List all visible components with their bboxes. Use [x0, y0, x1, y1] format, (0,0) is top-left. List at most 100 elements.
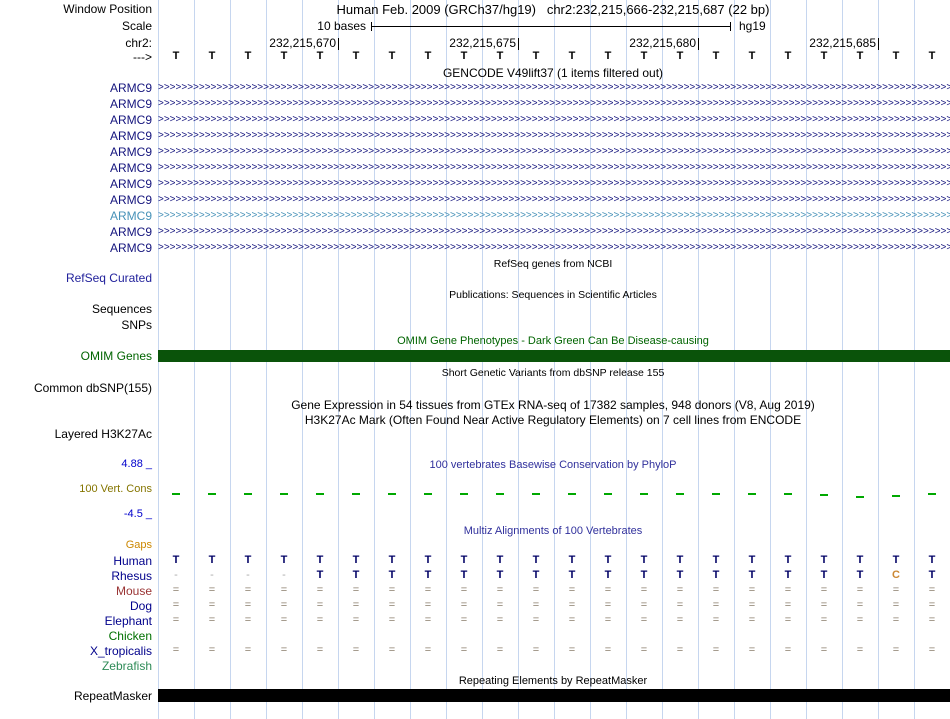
transcript-line[interactable]: >>>>>>>>>>>>>>>>>>>>>>>>>>>>>>>>>>>>>>>>…: [158, 82, 950, 94]
gaps-label: Gaps: [125, 539, 152, 551]
transcript-line[interactable]: >>>>>>>>>>>>>>>>>>>>>>>>>>>>>>>>>>>>>>>>…: [158, 98, 950, 110]
align-char: =: [928, 584, 936, 596]
species-label[interactable]: Dog: [0, 599, 152, 613]
align-char: =: [388, 614, 396, 626]
scale-label: Scale: [121, 19, 152, 33]
transcript-line[interactable]: >>>>>>>>>>>>>>>>>>>>>>>>>>>>>>>>>>>>>>>>…: [158, 210, 950, 222]
gene-label[interactable]: ARMC9: [0, 145, 152, 159]
base-letter: T: [388, 50, 396, 62]
align-char: =: [928, 644, 936, 656]
base-letter: T: [640, 50, 648, 62]
align-char: =: [280, 644, 288, 656]
transcript-line[interactable]: >>>>>>>>>>>>>>>>>>>>>>>>>>>>>>>>>>>>>>>>…: [158, 178, 950, 190]
align-char: T: [892, 554, 900, 566]
gene-label[interactable]: ARMC9: [0, 225, 152, 239]
align-char: =: [532, 584, 540, 596]
multiz-track-title: Multiz Alignments of 100 Vertebrates: [463, 525, 643, 537]
species-label[interactable]: Rhesus: [0, 569, 152, 583]
phylop-tick: [460, 493, 468, 495]
align-char: =: [496, 599, 504, 611]
ruler-number: 232,215,670: [269, 36, 336, 50]
transcript-line[interactable]: >>>>>>>>>>>>>>>>>>>>>>>>>>>>>>>>>>>>>>>>…: [158, 242, 950, 254]
snps-label[interactable]: SNPs: [0, 318, 152, 332]
align-char: =: [424, 644, 432, 656]
phylop-tick: [892, 495, 900, 497]
gene-label[interactable]: ARMC9: [0, 193, 152, 207]
align-char: C: [892, 569, 900, 581]
align-char: =: [604, 644, 612, 656]
gene-label[interactable]: ARMC9: [0, 177, 152, 191]
transcript-line[interactable]: >>>>>>>>>>>>>>>>>>>>>>>>>>>>>>>>>>>>>>>>…: [158, 226, 950, 238]
align-char: =: [748, 599, 756, 611]
align-char: =: [532, 614, 540, 626]
align-char: T: [784, 554, 792, 566]
species-label[interactable]: Chicken: [0, 629, 152, 643]
genome-browser: Window Position Human Feb. 2009 (GRCh37/…: [0, 0, 950, 719]
scale-bar: [371, 22, 731, 31]
repeat-element-bar[interactable]: [158, 689, 950, 702]
ruler-tick: [338, 38, 339, 50]
align-char: =: [640, 644, 648, 656]
align-char: =: [208, 614, 216, 626]
gene-label[interactable]: ARMC9: [0, 113, 152, 127]
base-letter: T: [784, 50, 792, 62]
repeatmasker-label[interactable]: RepeatMasker: [0, 689, 152, 703]
align-char: =: [676, 599, 684, 611]
align-char: T: [640, 554, 648, 566]
gene-label[interactable]: ARMC9: [0, 161, 152, 175]
phylop-tick: [208, 493, 216, 495]
align-char: =: [856, 644, 864, 656]
vert-cons-label[interactable]: 100 Vert. Cons: [0, 483, 152, 495]
align-char: T: [856, 554, 864, 566]
align-char: T: [604, 569, 612, 581]
species-label[interactable]: Mouse: [0, 584, 152, 598]
align-char: -: [210, 569, 214, 581]
gene-label[interactable]: ARMC9: [0, 129, 152, 143]
base-letter: T: [244, 50, 252, 62]
scale-value: 10 bases: [317, 19, 366, 33]
align-char: =: [316, 644, 324, 656]
transcript-line[interactable]: >>>>>>>>>>>>>>>>>>>>>>>>>>>>>>>>>>>>>>>>…: [158, 146, 950, 158]
align-char: =: [640, 584, 648, 596]
omim-genes-label[interactable]: OMIM Genes: [0, 349, 152, 363]
layered-h3k27ac-label[interactable]: Layered H3K27Ac: [0, 427, 152, 441]
align-char: =: [172, 584, 180, 596]
transcript-line[interactable]: >>>>>>>>>>>>>>>>>>>>>>>>>>>>>>>>>>>>>>>>…: [158, 114, 950, 126]
sequences-label[interactable]: Sequences: [0, 302, 152, 316]
align-char: =: [316, 614, 324, 626]
species-label[interactable]: Elephant: [0, 614, 152, 628]
align-char: =: [208, 584, 216, 596]
align-char: =: [424, 599, 432, 611]
transcript-line[interactable]: >>>>>>>>>>>>>>>>>>>>>>>>>>>>>>>>>>>>>>>>…: [158, 130, 950, 142]
align-char: =: [784, 584, 792, 596]
align-char: T: [568, 569, 576, 581]
align-char: =: [712, 584, 720, 596]
chromosome-label: chr2:: [125, 36, 152, 50]
align-char: T: [928, 554, 936, 566]
align-char: =: [856, 599, 864, 611]
transcript-line[interactable]: >>>>>>>>>>>>>>>>>>>>>>>>>>>>>>>>>>>>>>>>…: [158, 162, 950, 174]
common-dbsnp-label[interactable]: Common dbSNP(155): [0, 381, 152, 395]
species-label[interactable]: X_tropicalis: [0, 644, 152, 658]
align-char: =: [784, 599, 792, 611]
align-char: T: [280, 554, 288, 566]
gene-label[interactable]: ARMC9: [0, 81, 152, 95]
refseq-curated-label[interactable]: RefSeq Curated: [0, 271, 152, 285]
species-label[interactable]: Human: [0, 554, 152, 568]
align-char: =: [424, 614, 432, 626]
align-char: T: [604, 554, 612, 566]
align-char: T: [676, 554, 684, 566]
omim-gene-bar[interactable]: [158, 350, 950, 362]
gene-label[interactable]: ARMC9: [0, 241, 152, 255]
align-char: =: [640, 599, 648, 611]
transcript-line[interactable]: >>>>>>>>>>>>>>>>>>>>>>>>>>>>>>>>>>>>>>>>…: [158, 194, 950, 206]
gene-label[interactable]: ARMC9: [0, 209, 152, 223]
species-label[interactable]: Zebrafish: [0, 659, 152, 673]
align-char: T: [568, 554, 576, 566]
refseq-track-title: RefSeq genes from NCBI: [493, 258, 613, 270]
align-char: =: [496, 644, 504, 656]
align-char: T: [460, 569, 468, 581]
align-char: =: [460, 644, 468, 656]
align-char: T: [388, 569, 396, 581]
gene-label[interactable]: ARMC9: [0, 97, 152, 111]
